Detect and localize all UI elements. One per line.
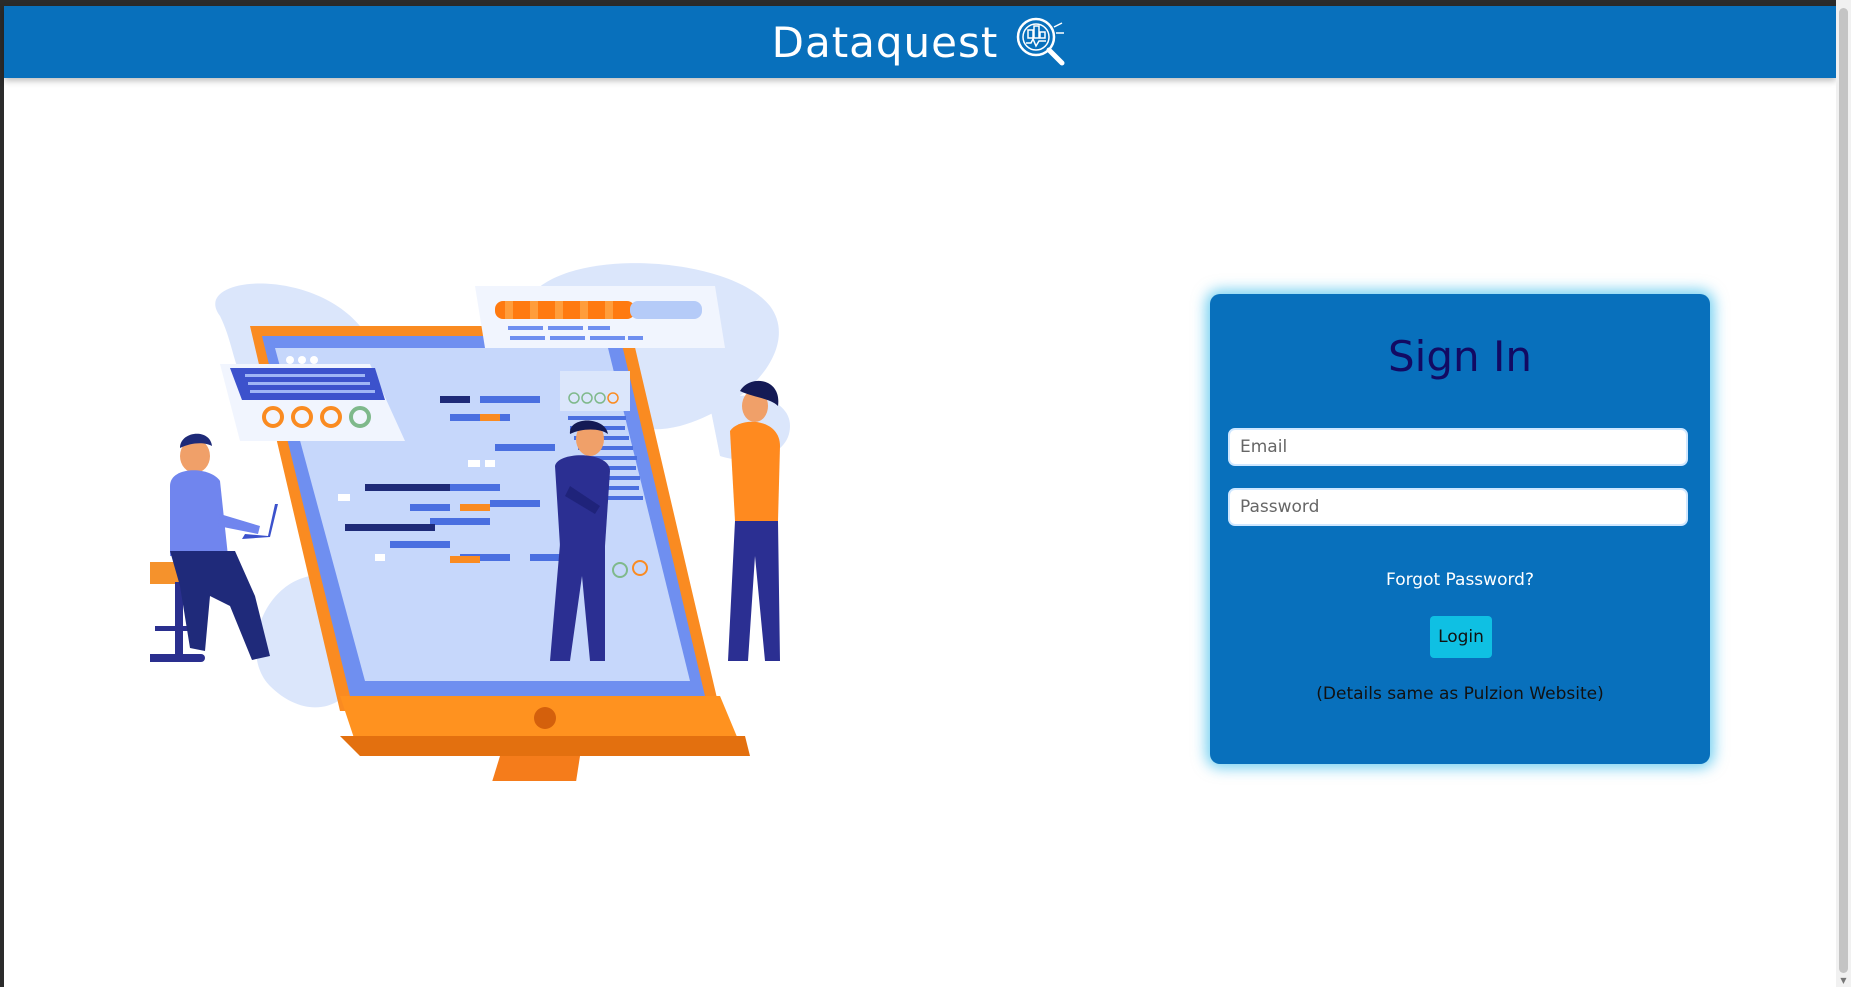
details-note: (Details same as Pulzion Website) <box>1316 684 1604 704</box>
signin-title: Sign In <box>1388 332 1532 381</box>
forgot-password-link[interactable]: Forgot Password? <box>1210 570 1710 590</box>
scrollbar-thumb[interactable] <box>1839 8 1848 973</box>
navbar: Dataquest <box>4 6 1836 78</box>
data-analytics-team-illustration <box>150 263 790 781</box>
signin-card: Sign In Forgot Password? Login (Details … <box>1210 294 1710 764</box>
login-button[interactable]: Login <box>1430 616 1492 658</box>
password-field[interactable] <box>1228 488 1688 526</box>
magnifier-chart-logo-icon <box>1017 17 1065 66</box>
window-left-frame <box>0 0 4 987</box>
email-field[interactable] <box>1228 428 1688 466</box>
scrollbar[interactable]: ▼ <box>1836 0 1851 987</box>
brand-title: Dataquest <box>771 17 999 67</box>
brand[interactable]: Dataquest <box>772 15 1069 69</box>
scroll-down-icon[interactable]: ▼ <box>1839 976 1848 985</box>
